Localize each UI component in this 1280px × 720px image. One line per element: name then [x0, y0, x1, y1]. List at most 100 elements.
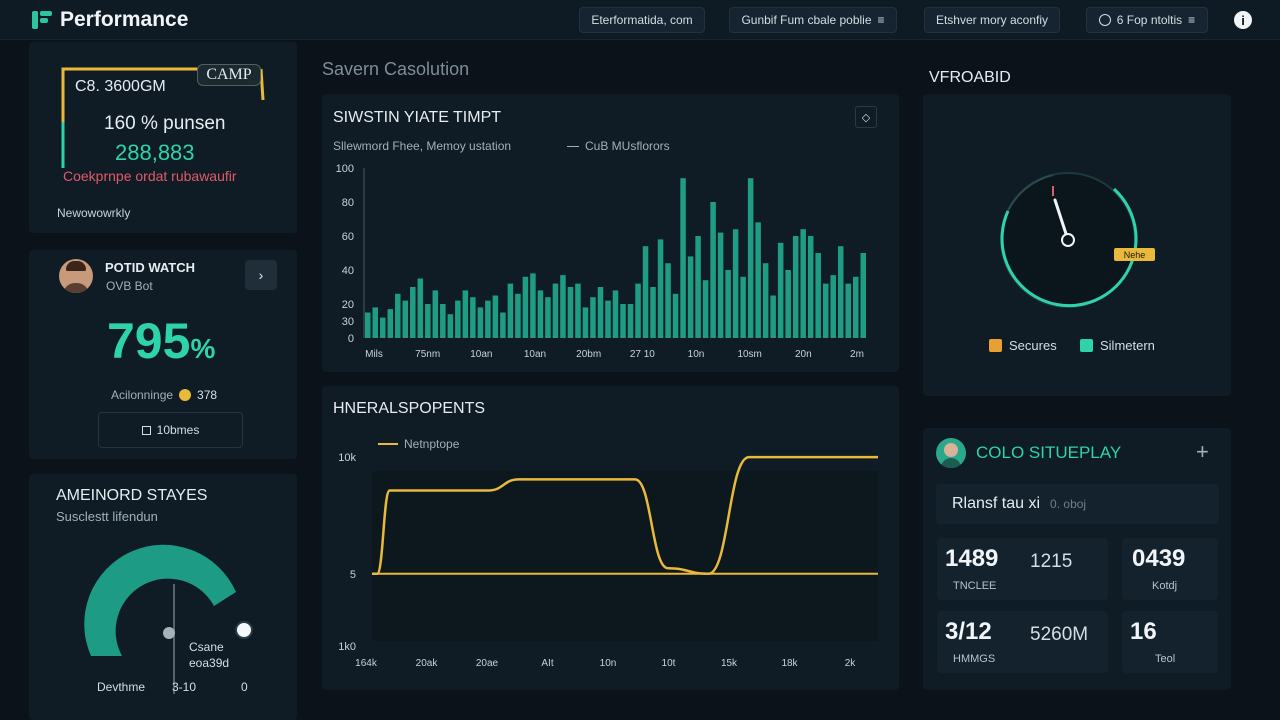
bar-y-tick-label: 60 — [342, 231, 354, 243]
camp-value: 288,883 — [115, 140, 195, 165]
watch-percent-sign: % — [190, 333, 216, 364]
bar — [725, 270, 731, 338]
stat-card-3[interactable]: 3/12 5260M HMMGS — [937, 611, 1108, 673]
stat-card-1-secondary: 1215 — [1030, 551, 1073, 572]
app-title: Performance — [60, 8, 189, 31]
bar — [612, 290, 619, 338]
camp-line-1: C8. 3600GM — [75, 78, 166, 95]
bar-x-tick-label: 27 10 — [630, 349, 655, 360]
line-x-tick-label: 10n — [600, 658, 617, 669]
stat-card-4-value: 16 — [1130, 618, 1157, 645]
expand-icon[interactable]: ◇ — [855, 106, 877, 128]
stat-card-2[interactable]: 0439 Kotdj — [1122, 538, 1218, 600]
bar — [402, 300, 409, 338]
bar — [552, 283, 559, 338]
bar — [687, 256, 694, 338]
bar-x-tick-label: 75nm — [415, 349, 440, 360]
filter-icon: ≡ — [877, 13, 885, 27]
watch-button[interactable]: 10bmes — [98, 412, 243, 448]
bar — [695, 236, 701, 338]
watch-meta-value: 378 — [197, 388, 218, 402]
stays-gauge-dot — [163, 627, 175, 639]
line-chart: 10k 5 1k0 164k 20ak 20ae AIt 10n 10t 15k 18k 2k — [338, 452, 878, 669]
bar-x-tick-label: Mils — [365, 349, 383, 360]
watch-title: POTID WATCH — [105, 260, 196, 275]
bar — [545, 297, 551, 338]
bar — [425, 304, 431, 338]
avatar[interactable] — [936, 438, 966, 468]
bar — [717, 232, 724, 338]
watch-card: POTID WATCH OVB Bot › 795% Acilonninge 3… — [29, 250, 297, 459]
bar — [680, 178, 686, 338]
bar — [770, 295, 776, 338]
bar — [470, 297, 476, 338]
info-icon[interactable]: i — [1234, 11, 1252, 29]
stat-card-3-secondary: 5260M — [1030, 624, 1089, 645]
bar — [815, 253, 821, 338]
bar-legend-right-label: CuB MUsflorors — [585, 139, 670, 153]
header-link-3[interactable]: Etshver mory aconfiy — [924, 7, 1060, 33]
stat-card-2-label: Kotdj — [1152, 580, 1178, 592]
gauge-panel: Nehe Secures Silmetern — [923, 94, 1231, 396]
bar — [702, 280, 709, 338]
line-chart-title: HNERALSPOPENTS — [333, 400, 486, 417]
stat-card-4[interactable]: 16 Teol — [1122, 611, 1218, 673]
stat-card-1[interactable]: 1489 1215 TNCLEE — [937, 538, 1108, 600]
menu-icon: ≡ — [1188, 13, 1196, 27]
bar — [762, 263, 769, 338]
line-plot-area — [372, 471, 878, 641]
bar — [807, 236, 814, 338]
bar — [492, 295, 499, 338]
bar — [485, 300, 491, 338]
stat-card-3-label: HMMGS — [953, 653, 996, 665]
bar — [822, 283, 829, 338]
camp-card: CAMP C8. 3600GM 160 % punsen 288,883 Coe… — [29, 42, 297, 233]
camp-badge[interactable]: CAMP — [197, 64, 261, 86]
bar — [672, 293, 679, 338]
bar — [710, 202, 716, 338]
bar — [560, 275, 566, 338]
bar — [582, 307, 589, 338]
bar — [455, 300, 461, 338]
stays-card: AMEINORD STAYES Susclestt lifendun Csane… — [29, 474, 297, 720]
app-brand[interactable]: Performance — [32, 8, 188, 32]
bar — [575, 283, 581, 338]
header-link-1[interactable]: Eterformatida, com — [579, 7, 705, 33]
speed-gauge-hub — [1061, 233, 1075, 247]
header-menu-dropdown[interactable]: 6 Fop ntoltis ≡ — [1086, 7, 1208, 33]
bar — [657, 239, 664, 338]
bar — [597, 287, 604, 338]
stays-footer-right: 0 — [241, 680, 248, 694]
chevron-right-icon[interactable]: › — [245, 260, 277, 290]
line-y-tick-label: 1k0 — [338, 641, 356, 653]
stat-card-2-value: 0439 — [1132, 545, 1186, 572]
bar — [447, 314, 454, 338]
bar — [740, 276, 746, 338]
bar — [620, 304, 626, 338]
bar — [537, 290, 544, 338]
stats-input[interactable]: Rlansf tau xi 0. oboj — [936, 484, 1219, 524]
gauge-panel-title: VFROABID — [929, 69, 1011, 86]
stays-value: eoa39d — [189, 656, 230, 670]
line-x-tick-label: AIt — [541, 658, 553, 669]
stats-panel: COLO SITUEPLAY + Rlansf tau xi 0. oboj 1… — [923, 428, 1231, 690]
slider-handle[interactable] — [235, 621, 253, 639]
bar — [395, 293, 401, 338]
stats-input-placeholder: 0. oboj — [1050, 497, 1087, 511]
bar — [635, 283, 641, 338]
bar-y-tick-label: 100 — [336, 163, 354, 175]
add-icon[interactable]: + — [1196, 439, 1209, 465]
line-x-tick-label: 10t — [662, 658, 676, 669]
bar — [627, 304, 634, 338]
watch-percent: 795% — [107, 312, 215, 370]
legend-line-icon — [567, 145, 579, 147]
header-menu-label: 6 Fop ntoltis — [1116, 13, 1183, 27]
bar — [837, 246, 844, 338]
top-bar: Performance Eterformatida, com Gunbif Fu… — [0, 0, 1280, 40]
bar — [410, 287, 416, 338]
camp-footer: Newowowrkly — [57, 206, 131, 220]
header-filter-dropdown[interactable]: Gunbif Fum cbale poblie ≡ — [729, 7, 897, 33]
avatar[interactable] — [59, 259, 93, 293]
bar-x-tick-label: 10sm — [737, 349, 761, 360]
stat-card-1-label: TNCLEE — [953, 580, 997, 592]
